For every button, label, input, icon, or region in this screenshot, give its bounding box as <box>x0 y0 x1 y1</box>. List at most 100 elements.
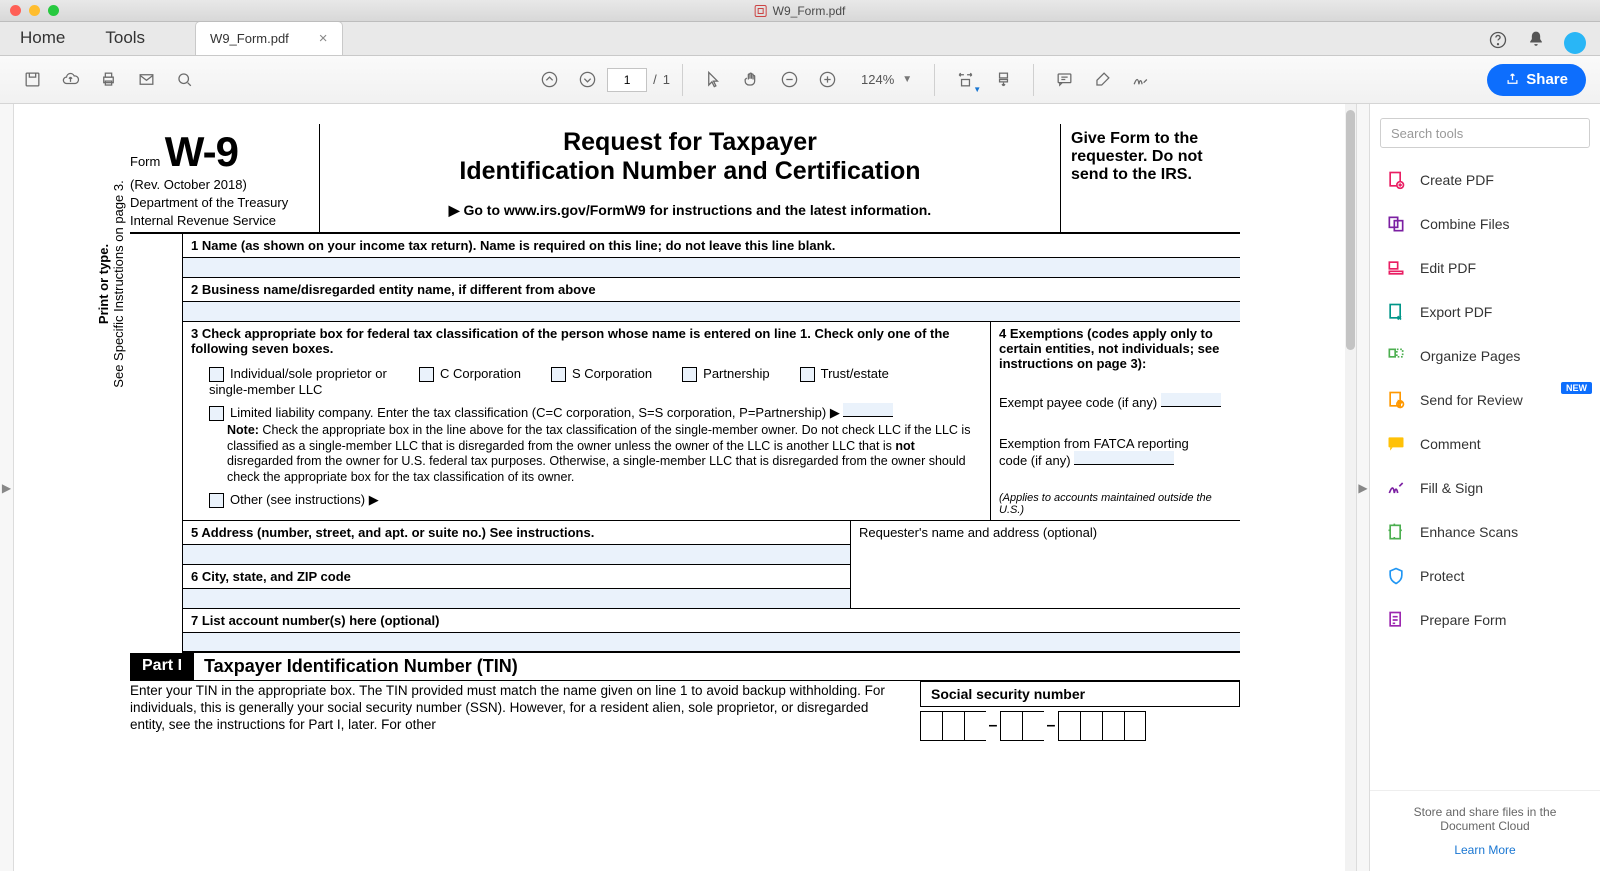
send-review-icon <box>1386 390 1406 410</box>
expand-left-icon[interactable]: ▶ <box>2 481 11 495</box>
search-icon[interactable] <box>166 62 202 98</box>
page-up-icon[interactable] <box>531 62 567 98</box>
ssn-boxes[interactable]: –– <box>920 711 1240 741</box>
share-button[interactable]: Share <box>1487 64 1586 96</box>
print-icon[interactable] <box>90 62 126 98</box>
tool-label: Fill & Sign <box>1420 480 1483 496</box>
learn-more-link[interactable]: Learn More <box>1380 843 1590 857</box>
tool-label: Comment <box>1420 436 1481 452</box>
create-pdf-icon <box>1386 170 1406 190</box>
form-irs: Internal Revenue Service <box>130 213 276 228</box>
field-2[interactable] <box>183 302 1240 322</box>
tab-label: W9_Form.pdf <box>210 31 289 46</box>
cb-label-partnership: Partnership <box>703 366 769 381</box>
checkbox-partnership[interactable] <box>682 367 697 382</box>
mail-icon[interactable] <box>128 62 164 98</box>
cursor-icon[interactable] <box>695 62 731 98</box>
tool-combine[interactable]: Combine Files <box>1370 202 1600 246</box>
document-viewport[interactable]: Form W-9 (Rev. October 2018) Department … <box>14 104 1356 871</box>
tin-text: Enter your TIN in the appropriate box. T… <box>130 681 900 741</box>
tool-organize[interactable]: Organize Pages <box>1370 334 1600 378</box>
tool-label: Export PDF <box>1420 304 1492 320</box>
checkbox-s-corp[interactable] <box>551 367 566 382</box>
form-title-2: Identification Number and Certification <box>328 157 1052 186</box>
scrollbar-thumb[interactable] <box>1346 110 1355 350</box>
field-6[interactable] <box>183 589 850 609</box>
zoom-out-icon[interactable] <box>771 62 807 98</box>
bell-icon[interactable] <box>1526 30 1546 55</box>
tool-protect[interactable]: Protect <box>1370 554 1600 598</box>
highlight-icon[interactable] <box>1084 62 1120 98</box>
save-icon[interactable] <box>14 62 50 98</box>
cb-label-individual: Individual/sole proprietor or single-mem… <box>209 366 387 397</box>
checkbox-other[interactable] <box>209 493 224 508</box>
tool-comment[interactable]: Comment <box>1370 422 1600 466</box>
nav-tools[interactable]: Tools <box>85 21 165 55</box>
document-tab[interactable]: W9_Form.pdf × <box>195 21 343 55</box>
tool-label: Send for Review <box>1420 392 1523 408</box>
form-goto: ▶ Go to www.irs.gov/FormW9 for instructi… <box>328 202 1052 219</box>
fatca-field[interactable] <box>1074 451 1174 465</box>
scrollbar[interactable] <box>1345 104 1356 871</box>
line-6: 6 City, state, and ZIP code <box>183 565 850 589</box>
pdf-page: Form W-9 (Rev. October 2018) Department … <box>100 124 1270 871</box>
checkbox-llc[interactable] <box>209 406 224 421</box>
line-1: 1 Name (as shown on your income tax retu… <box>183 234 1240 258</box>
note-label: Note: <box>227 423 259 437</box>
comment-icon[interactable] <box>1046 62 1082 98</box>
fit-width-icon[interactable]: ▼ <box>947 62 983 98</box>
combine-icon <box>1386 214 1406 234</box>
expand-right-icon[interactable]: ▶ <box>1358 481 1367 495</box>
hand-icon[interactable] <box>733 62 769 98</box>
form-number: W-9 <box>165 128 238 175</box>
tool-label: Edit PDF <box>1420 260 1476 276</box>
part-1-label: Part I <box>130 653 194 681</box>
tool-fill-sign[interactable]: Fill & Sign <box>1370 466 1600 510</box>
minimize-window-button[interactable] <box>29 5 40 16</box>
tool-send-review[interactable]: Send for Review NEW <box>1370 378 1600 422</box>
llc-class-field[interactable] <box>843 403 893 417</box>
other-label: Other (see instructions) ▶ <box>230 492 379 507</box>
nav-home[interactable]: Home <box>0 21 85 55</box>
search-tools-input[interactable]: Search tools <box>1380 118 1590 148</box>
fatca-label-1: Exemption from FATCA reporting <box>999 436 1189 451</box>
note-text-2: disregarded from the owner for U.S. fede… <box>227 454 966 484</box>
tool-prepare-form[interactable]: Prepare Form <box>1370 598 1600 642</box>
page-down-icon[interactable] <box>569 62 605 98</box>
page-current-input[interactable] <box>607 68 647 92</box>
side-footer: Store and share files in the Document Cl… <box>1370 790 1600 871</box>
avatar[interactable] <box>1564 32 1586 54</box>
tool-label: Combine Files <box>1420 216 1509 232</box>
checkbox-trust[interactable] <box>800 367 815 382</box>
tool-label: Protect <box>1420 568 1464 584</box>
tool-enhance-scans[interactable]: Enhance Scans <box>1370 510 1600 554</box>
field-5[interactable] <box>183 545 850 565</box>
close-window-button[interactable] <box>10 5 21 16</box>
export-pdf-icon <box>1386 302 1406 322</box>
zoom-in-icon[interactable] <box>809 62 845 98</box>
cloud-upload-icon[interactable] <box>52 62 88 98</box>
checkbox-c-corp[interactable] <box>419 367 434 382</box>
checkbox-individual[interactable] <box>209 367 224 382</box>
cb-label-ccorp: C Corporation <box>440 366 521 381</box>
enhance-icon <box>1386 522 1406 542</box>
new-badge: NEW <box>1561 382 1592 394</box>
tool-create-pdf[interactable]: Create PDF <box>1370 158 1600 202</box>
requester-box: Requester's name and address (optional) <box>850 521 1240 609</box>
comment-tool-icon <box>1386 434 1406 454</box>
tool-edit[interactable]: Edit PDF <box>1370 246 1600 290</box>
part-1-title: Taxpayer Identification Number (TIN) <box>194 653 1240 681</box>
tool-export[interactable]: Export PDF <box>1370 290 1600 334</box>
field-1[interactable] <box>183 258 1240 278</box>
sign-icon[interactable] <box>1122 62 1158 98</box>
zoom-dropdown-icon[interactable]: ▼ <box>902 74 912 85</box>
llc-label: Limited liability company. Enter the tax… <box>230 405 840 420</box>
exempt-payee-field[interactable] <box>1161 393 1221 407</box>
zoom-value: 124% <box>861 72 894 87</box>
field-7[interactable] <box>183 633 1240 653</box>
help-icon[interactable] <box>1488 30 1508 55</box>
maximize-window-button[interactable] <box>48 5 59 16</box>
scroll-mode-icon[interactable] <box>985 62 1021 98</box>
close-tab-icon[interactable]: × <box>319 30 328 47</box>
prepare-form-icon <box>1386 610 1406 630</box>
